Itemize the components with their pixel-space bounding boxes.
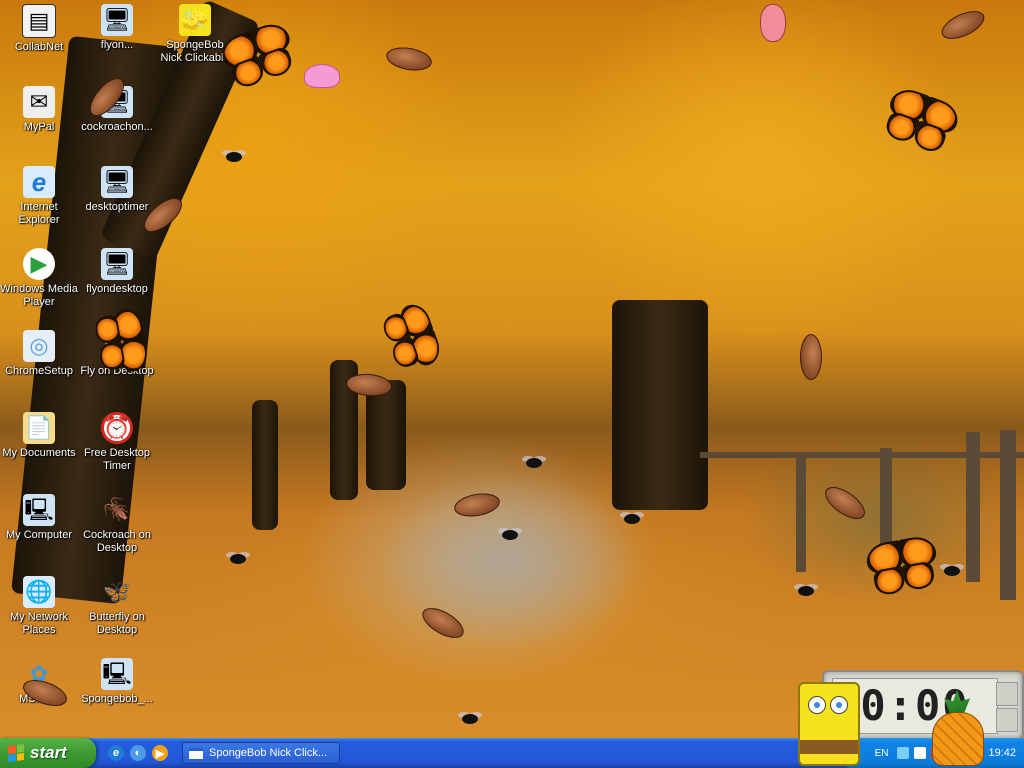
internet-explorer-icon[interactable]: e: [108, 745, 124, 761]
jellyfish-sprite[interactable]: [304, 64, 340, 104]
desktop-icon-desktoptimer[interactable]: 🖥 desktoptimer: [78, 166, 156, 214]
msn-butterfly-icon: ✿: [29, 661, 49, 686]
internet-explorer-icon: e: [23, 166, 55, 198]
clock[interactable]: 19:42: [988, 747, 1016, 759]
language-indicator[interactable]: EN: [875, 748, 889, 759]
desktop-icon-spongebob-nick-clickable[interactable]: 🧽 SpongeBob Nick Clickable: [156, 4, 234, 65]
desktop-icon-flyondesktop[interactable]: 🖥 flyondesktop: [78, 248, 156, 296]
icon-label: My Network Places: [9, 611, 69, 636]
icon-label: ChromeSetup: [5, 365, 73, 377]
gary-snail-sprite[interactable]: [760, 4, 786, 42]
mypal-icon: ✉: [23, 86, 55, 118]
start-button[interactable]: start: [0, 738, 96, 768]
icon-label: Cockroach on Desktop: [83, 529, 151, 554]
fly-sprite[interactable]: [526, 458, 542, 468]
desktop-icon-my-network-places[interactable]: 🌐 My Network Places: [0, 576, 78, 637]
butterfly-icon: 🦋: [103, 333, 131, 358]
media-player-icon: ▶: [23, 248, 55, 280]
icon-label: MSN I...: [19, 693, 59, 705]
folder-icon: 📄: [23, 412, 55, 444]
computer-shortcut-icon: 🖥: [101, 86, 133, 118]
fence-post: [880, 448, 892, 578]
cockroach-sprite[interactable]: [937, 5, 989, 45]
desktop-icon-internet-explorer[interactable]: e Internet Explorer: [0, 166, 78, 227]
cockroach-sprite[interactable]: [819, 480, 871, 526]
tree-trunk: [330, 360, 358, 500]
desktop-icon-spongebob-installer[interactable]: 🖳 Spongebob_...: [78, 658, 156, 706]
setup-disc-icon: ◎: [23, 330, 55, 362]
show-desktop-icon[interactable]: ◐: [130, 745, 146, 761]
desktop-icon-my-computer[interactable]: 🖳 My Computer: [0, 494, 78, 542]
media-player-icon[interactable]: ▶: [152, 745, 168, 761]
icon-label: Butterfly on Desktop: [89, 611, 145, 636]
icon-label: Spongebob_...: [81, 693, 153, 705]
fly-sprite[interactable]: [230, 554, 246, 564]
timer-start-button[interactable]: [996, 682, 1018, 706]
desktop-icon-cockroach-on-desktop[interactable]: 🪳 Cockroach on Desktop: [78, 494, 156, 555]
cockroach-sprite[interactable]: [800, 334, 822, 380]
desktop-icon-mypal[interactable]: ✉ MyPal: [0, 86, 78, 134]
taskbar-item-label: SpongeBob Nick Click...: [209, 747, 327, 759]
desktop-icon-collabnet[interactable]: ▤ CollabNet: [0, 4, 78, 54]
cockroach-sprite[interactable]: [384, 44, 434, 74]
pineapple-house-sprite[interactable]: [928, 690, 986, 766]
butterfly-sprite[interactable]: [876, 80, 963, 160]
quick-launch-bar: e ◐ ▶: [108, 745, 176, 761]
tree-trunk: [252, 400, 278, 530]
cockroach-icon: 🪳: [103, 497, 131, 522]
icon-label: cockroachon...: [81, 121, 153, 133]
desktop-icon-butterfly-on-desktop[interactable]: 🦋 Butterfly on Desktop: [78, 576, 156, 637]
leaf-path: [380, 470, 640, 650]
icon-label: Windows Media Player: [0, 283, 78, 308]
icon-label: MyPal: [23, 121, 55, 133]
icon-label: flyon...: [100, 39, 134, 51]
window-icon: [189, 747, 203, 759]
icon-label: Free Desktop Timer: [83, 447, 151, 472]
installer-icon: 🖳: [101, 658, 133, 690]
fly-sprite[interactable]: [226, 152, 242, 162]
icon-label: My Computer: [5, 529, 73, 541]
computer-shortcut-icon: 🖥: [101, 166, 133, 198]
desktop-icon-chromesetup[interactable]: ◎ ChromeSetup: [0, 330, 78, 378]
desktop-wallpaper: ▤ CollabNet 🖥 flyon... 🧽 SpongeBob Nick …: [0, 0, 1024, 738]
computer-shortcut-icon: 🖥: [101, 248, 133, 280]
icon-label: Fly on Desktop: [80, 365, 154, 377]
desktop-icon-free-desktop-timer[interactable]: ⏰ Free Desktop Timer: [78, 412, 156, 473]
fence-post: [966, 432, 980, 582]
start-label: start: [30, 743, 67, 762]
fly-sprite[interactable]: [798, 586, 814, 596]
spongebob-icon: 🧽: [179, 4, 211, 36]
icon-label: Internet Explorer: [18, 201, 60, 226]
fence-post: [796, 452, 806, 572]
icon-label: desktoptimer: [85, 201, 149, 213]
desktop-icon-my-documents[interactable]: 📄 My Documents: [0, 412, 78, 460]
windows-logo-icon: [8, 743, 24, 763]
icon-label: CollabNet: [14, 41, 64, 53]
network-icon[interactable]: [897, 747, 910, 759]
butterfly-sprite[interactable]: [375, 297, 447, 375]
fly-sprite[interactable]: [462, 714, 478, 724]
butterfly-icon: 🦋: [103, 579, 131, 604]
spongebob-sprite[interactable]: [798, 682, 860, 766]
desktop-icon-cockroachon[interactable]: 🖥 cockroachon...: [78, 86, 156, 134]
computer-icon: 🖳: [23, 494, 55, 526]
timer-reset-button[interactable]: [996, 708, 1018, 732]
icon-label: flyondesktop: [86, 283, 148, 295]
volume-icon[interactable]: [914, 747, 927, 759]
fence-post: [1000, 430, 1016, 600]
network-globe-icon: 🌐: [23, 576, 55, 608]
computer-shortcut-icon: 🖥: [101, 4, 133, 36]
desktop-icon-flyon-shortcut[interactable]: 🖥 flyon...: [78, 4, 156, 52]
desktop-icon-windows-media-player[interactable]: ▶ Windows Media Player: [0, 248, 78, 309]
icon-label: SpongeBob Nick Clickable: [160, 39, 230, 64]
desktop-icon-msn[interactable]: ✿ MSN I...: [0, 658, 78, 706]
icon-label: My Documents: [2, 447, 76, 459]
alarm-clock-icon: ⏰: [101, 412, 133, 444]
taskbar: start e ◐ ▶ SpongeBob Nick Click... EN 1…: [0, 738, 1024, 768]
collabnet-icon: ▤: [22, 4, 56, 38]
fly-sprite[interactable]: [944, 566, 960, 576]
desktop-icon-fly-on-desktop[interactable]: 🦋 Fly on Desktop: [78, 330, 156, 378]
taskbar-item-spongebob[interactable]: SpongeBob Nick Click...: [182, 742, 340, 764]
butterfly-sprite[interactable]: [861, 530, 940, 601]
